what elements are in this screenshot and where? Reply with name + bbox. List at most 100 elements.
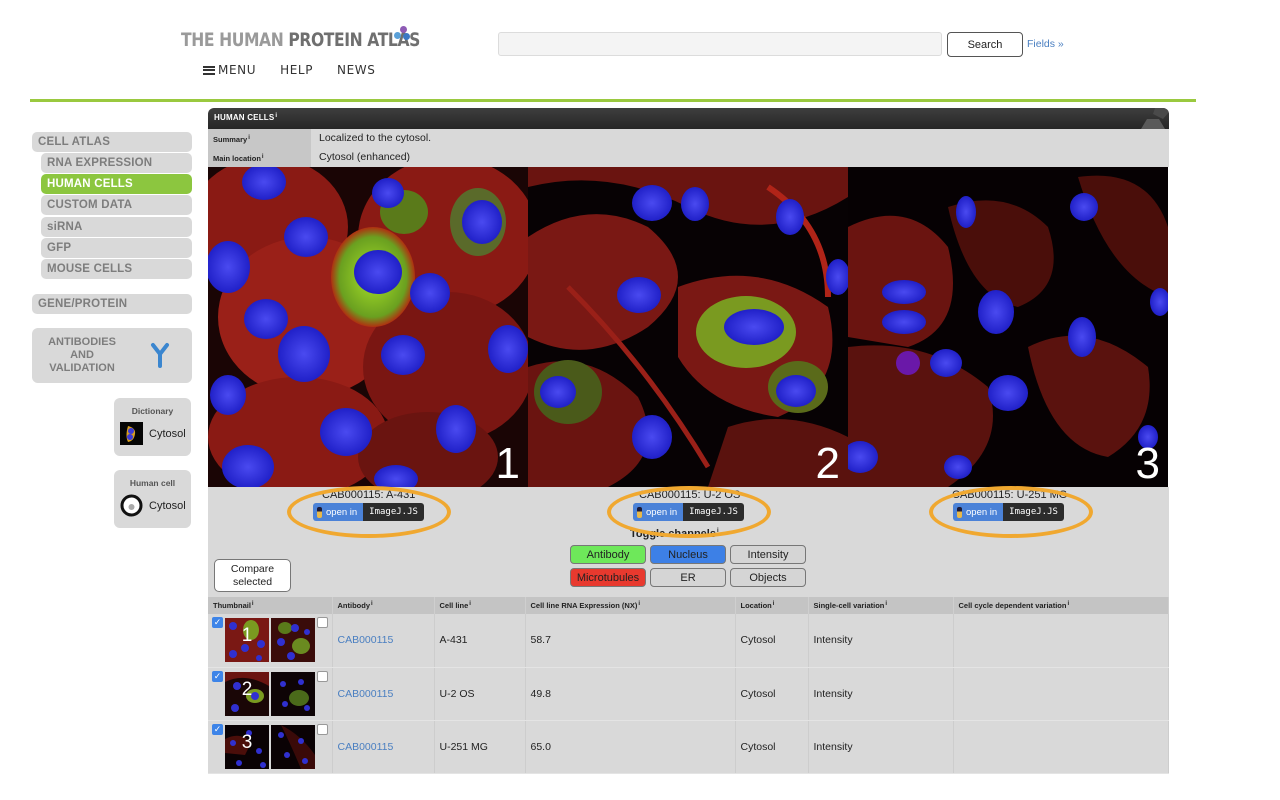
col-antibody[interactable]: Antibodyi (332, 597, 435, 614)
channel-intensity-toggle[interactable]: Intensity (730, 545, 806, 564)
nav-menu-label: MENU (218, 63, 257, 77)
image-number: 1 (495, 439, 520, 487)
cell-image-2[interactable]: 2 (528, 167, 848, 487)
channel-label: ER (680, 571, 696, 584)
info-icon[interactable]: i (469, 601, 471, 607)
sidebar-item-label: GFP (47, 242, 72, 254)
java-duke-icon (957, 506, 962, 518)
info-icon[interactable]: i (262, 154, 264, 160)
cell-image-3[interactable]: 3 (848, 167, 1168, 487)
col-thumbnail[interactable]: Thumbnaili (208, 597, 333, 614)
col-rna-expression[interactable]: Cell line RNA Expression (NX)i (525, 597, 736, 614)
col-single-cell-variation[interactable]: Single-cell variationi (808, 597, 954, 614)
open-imagej-button-1[interactable]: open in ImageJ.JS (313, 503, 424, 521)
human-cell-card[interactable]: Human cell Cytosol (114, 470, 191, 528)
col-location[interactable]: Locationi (735, 597, 809, 614)
thumbnail-u251mg-2 (271, 724, 315, 769)
header-text: Thumbnail (213, 601, 251, 610)
imagej-label: ImageJ.JS (683, 503, 744, 521)
dictionary-card[interactable]: Dictionary Cytosol (114, 398, 191, 456)
open-imagej-button-2[interactable]: open in ImageJ.JS (633, 503, 744, 521)
sidebar-item-gfp[interactable]: GFP (41, 238, 192, 258)
search-button[interactable]: Search (947, 32, 1023, 57)
sidebar-item-label: CUSTOM DATA (47, 199, 133, 211)
info-icon[interactable]: i (252, 601, 254, 607)
header-text: Cell line (439, 601, 469, 610)
compare-line1: Compare (230, 563, 275, 575)
col-cell-cycle-variation[interactable]: Cell cycle dependent variationi (953, 597, 1169, 614)
panel-header: HUMAN CELLSi (208, 108, 1169, 129)
info-icon[interactable]: i (248, 135, 250, 141)
antibodies-line3: VALIDATION (49, 362, 115, 374)
col-cell-line[interactable]: Cell linei (434, 597, 526, 614)
channel-label: Intensity (747, 548, 789, 561)
select-checkbox-right[interactable] (317, 723, 328, 735)
cell-cycle-variation-cell (953, 720, 1169, 774)
thumbnail-image[interactable]: 2 (225, 671, 269, 716)
nav-news[interactable]: NEWS (337, 63, 375, 77)
info-icon[interactable]: i (885, 601, 887, 607)
nav-help[interactable]: HELP (280, 63, 313, 77)
nav-menu[interactable]: MENU (203, 63, 256, 77)
antibody-icon (151, 343, 169, 368)
info-icon[interactable]: i (1067, 601, 1069, 607)
channel-microtubules-toggle[interactable]: Microtubules (570, 568, 646, 587)
compare-selected-button[interactable]: Compare selected (214, 559, 291, 592)
sidebar-item-human-cells[interactable]: HUMAN CELLS (41, 174, 192, 194)
cell-image-1[interactable]: 1 (208, 167, 528, 487)
sidebar-item-mouse-cells[interactable]: MOUSE CELLS (41, 259, 192, 279)
fields-link[interactable]: Fields » (1027, 38, 1064, 50)
thumbnail-image[interactable]: 1 (225, 618, 269, 662)
sidebar-antibodies-validation[interactable]: ANTIBODIES AND VALIDATION (32, 328, 192, 383)
sidebar-cell-atlas-label: CELL ATLAS (38, 136, 111, 148)
channel-nucleus-toggle[interactable]: Nucleus (650, 545, 726, 564)
sidebar-item-rna-expression[interactable]: RNA EXPRESSION (41, 153, 192, 173)
table-row: ✓ 3 CAB000115 U-251 MG 65.0 Cytosol Inte… (208, 720, 1169, 774)
antibody-link[interactable]: CAB000115 (332, 720, 435, 774)
select-checkbox-left[interactable]: ✓ (212, 670, 223, 682)
channel-antibody-toggle[interactable]: Antibody (570, 545, 646, 564)
thumbnail-image[interactable] (271, 618, 315, 662)
thumbnail-image[interactable] (271, 671, 315, 716)
sidebar-gene-protein[interactable]: GENE/PROTEIN (32, 294, 192, 314)
thumbnail-number: 2 (241, 678, 253, 700)
sidebar-cell-atlas[interactable]: CELL ATLAS (32, 132, 192, 152)
info-icon[interactable]: i (638, 601, 640, 607)
info-icon[interactable]: i (371, 601, 373, 607)
sidebar-item-sirna[interactable]: siRNA (41, 217, 192, 237)
antibody-link[interactable]: CAB000115 (332, 667, 435, 721)
open-in-text: open in (326, 506, 358, 518)
cell-line-cell: A-431 (434, 614, 526, 668)
channel-objects-toggle[interactable]: Objects (730, 568, 806, 587)
image-number: 2 (815, 439, 840, 487)
site-logo[interactable]: THE HUMAN PROTEIN ATLAS (181, 29, 420, 51)
info-icon[interactable]: i (717, 528, 719, 534)
sidebar-item-label: RNA EXPRESSION (47, 157, 153, 169)
dictionary-title: Dictionary (131, 406, 174, 416)
hexagon-decoration-icon (1141, 108, 1169, 129)
sidebar-item-custom-data[interactable]: CUSTOM DATA (41, 195, 192, 215)
summary-value: Localized to the cytosol. (319, 132, 432, 144)
hamburger-icon (203, 65, 215, 75)
image-number: 3 (1135, 439, 1160, 487)
select-checkbox-left[interactable]: ✓ (212, 617, 223, 628)
open-imagej-button-3[interactable]: open in ImageJ.JS (953, 503, 1064, 521)
main-location-key: Main locationi (208, 148, 311, 167)
imagej-label: ImageJ.JS (1003, 503, 1064, 521)
cell-line-cell: U-2 OS (434, 667, 526, 721)
cell-line-cell: U-251 MG (434, 720, 526, 774)
open-in-label: open in (953, 503, 1004, 521)
antibody-link[interactable]: CAB000115 (332, 614, 435, 668)
select-checkbox-right[interactable] (317, 670, 328, 682)
select-checkbox-left[interactable]: ✓ (212, 723, 223, 735)
dictionary-label: Cytosol (149, 428, 186, 440)
open-in-text: open in (646, 506, 678, 518)
search-input[interactable] (498, 32, 942, 56)
info-icon[interactable]: i (275, 113, 277, 119)
thumbnail-image[interactable] (271, 724, 315, 769)
select-checkbox-right[interactable] (317, 617, 328, 628)
channel-er-toggle[interactable]: ER (650, 568, 726, 587)
thumbnail-image[interactable]: 3 (225, 724, 269, 769)
info-icon[interactable]: i (773, 601, 775, 607)
location-cell: Cytosol (735, 614, 809, 668)
